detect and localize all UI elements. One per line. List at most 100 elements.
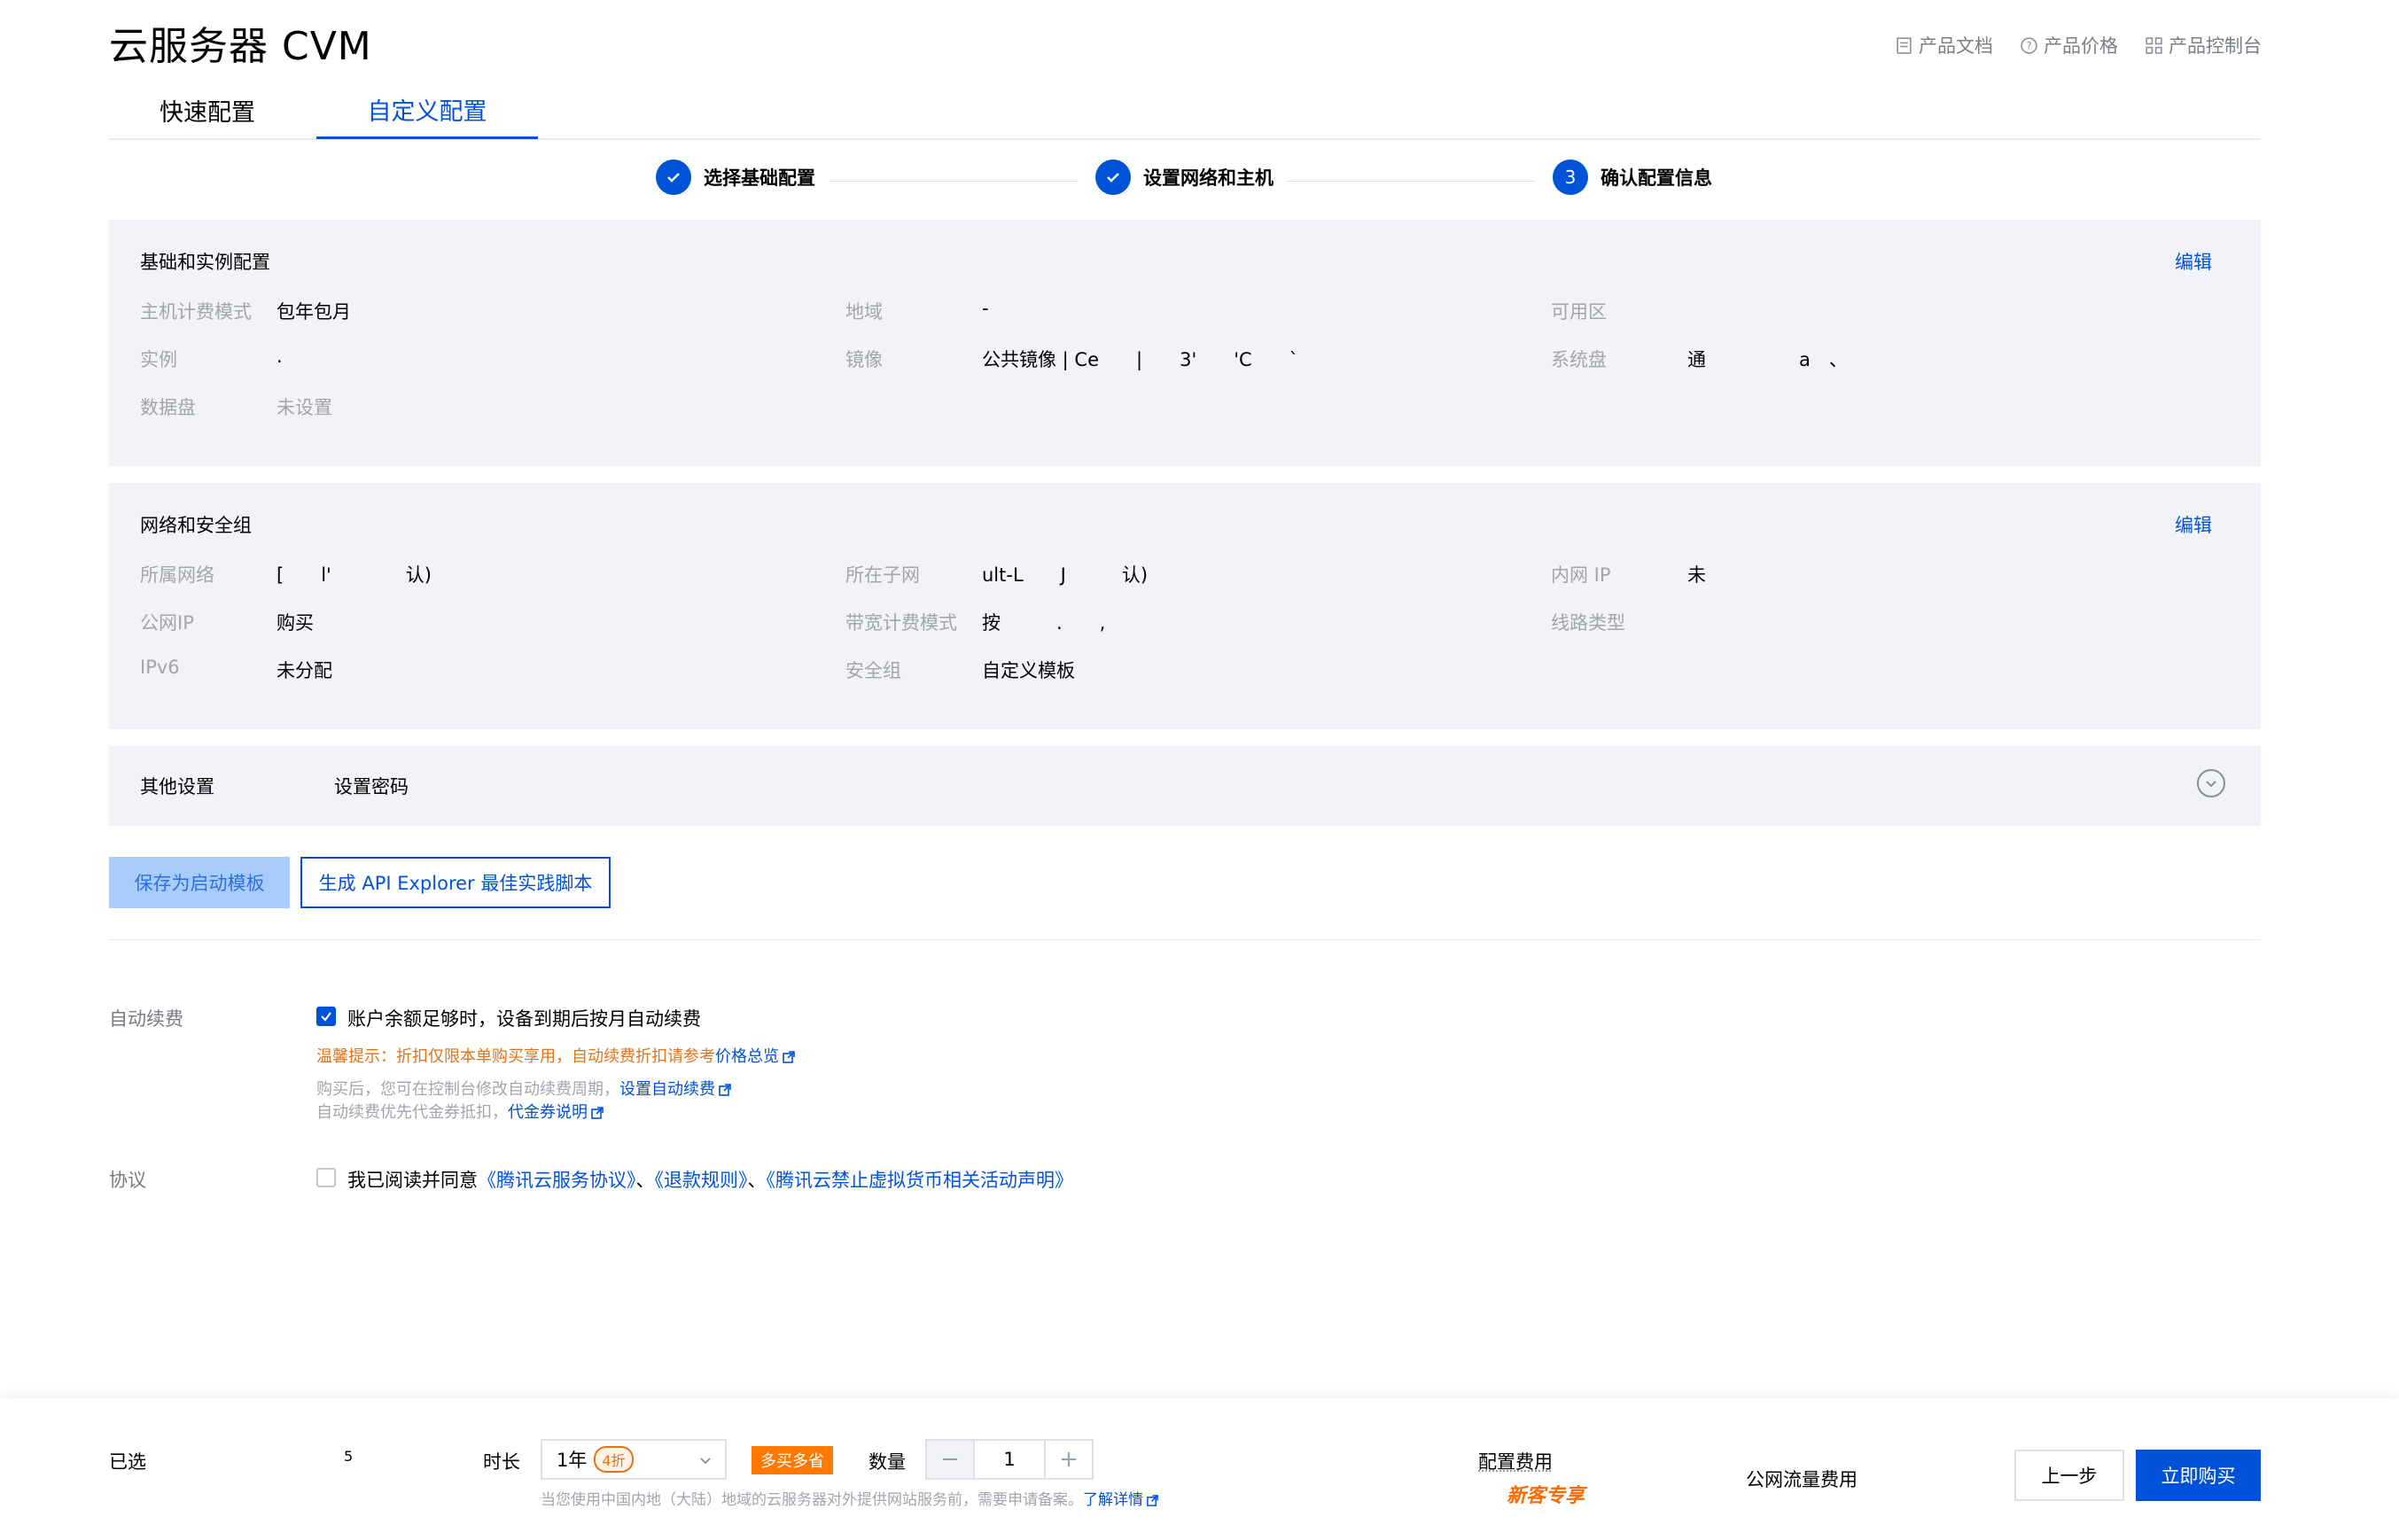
system-disk-row: 系统盘 通 a 、 (1551, 346, 1848, 372)
duration-label: 时长 (483, 1451, 520, 1473)
quantity-stepper: − 1 + (925, 1439, 1094, 1480)
hint-text: 购买后，您可在控制台修改自动续费周期， (316, 1080, 619, 1099)
step-label: 确认配置信息 (1601, 167, 1712, 189)
step-connector (830, 181, 1078, 182)
learn-more-link[interactable]: 了解详情 (1083, 1491, 1143, 1509)
other-settings-label: 其他设置 (140, 776, 214, 797)
field-label: 带宽计费模式 (845, 612, 957, 634)
renew-warning-text: 温馨提示：折扣仅限本单购买享用，自动续费折扣请参考 (316, 1047, 715, 1066)
instance-row: 实例 . (140, 346, 283, 372)
edit-basic-button[interactable]: 编辑 (2175, 248, 2212, 275)
check-icon (1095, 159, 1131, 195)
field-label: 地域 (845, 301, 883, 323)
service-agreement-link[interactable]: 《腾讯云服务协议》 (478, 1170, 636, 1191)
private-ip-row: 内网 IP 未 (1551, 561, 1706, 587)
renew-hint-2: 自动续费优先代金券抵扣，代金券说明 (316, 1100, 604, 1123)
question-circle-icon: ? (2021, 36, 2037, 54)
field-value: . (277, 346, 283, 367)
field-label: 公网IP (140, 612, 194, 634)
renew-warning: 温馨提示：折扣仅限本单购买享用，自动续费折扣请参考价格总览 (316, 1044, 796, 1067)
crypto-statement-link[interactable]: 《腾讯云禁止虚拟货币相关活动声明》 (767, 1170, 1074, 1191)
document-icon (1897, 36, 1912, 54)
decrement-button[interactable]: − (927, 1441, 973, 1478)
refund-rules-link[interactable]: 《退款规则》 (655, 1170, 748, 1191)
agreement-checkbox[interactable] (316, 1168, 336, 1187)
increment-button[interactable]: + (1046, 1441, 1092, 1478)
region-row: 地域 - (845, 298, 989, 324)
product-price-link[interactable]: ? 产品价格 (2020, 32, 2118, 58)
field-label: 所属网络 (140, 564, 214, 586)
field-value: 公共镜像 | Ce | 3' 'C ` (982, 349, 1299, 370)
field-value: [ l' 认) (277, 564, 432, 586)
chevron-down-icon[interactable] (2197, 769, 2225, 797)
field-label: 安全组 (845, 660, 901, 681)
duration-value: 1年 (557, 1450, 588, 1471)
step-confirm: 3 确认配置信息 (1553, 159, 1712, 195)
step-connector (1287, 181, 1535, 182)
filing-notice: 当您使用中国内地（大陆）地域的云服务器对外提供网站服务前，需要申请备案。了解详情 (541, 1487, 1159, 1509)
duration-select[interactable]: 1年 4折 (541, 1439, 727, 1480)
step-basic-config: 选择基础配置 (656, 159, 815, 195)
field-label: 镜像 (845, 349, 883, 370)
grid-icon (2146, 36, 2162, 54)
field-label: 所在子网 (845, 564, 920, 586)
separator: 、 (747, 1170, 767, 1191)
product-docs-label: 产品文档 (1919, 35, 1993, 57)
auto-renew-checkbox[interactable] (316, 1007, 336, 1026)
line-type-row: 线路类型 (1551, 609, 1687, 635)
field-value: 按 . , (982, 612, 1106, 634)
save-template-button[interactable]: 保存为启动模板 (109, 857, 290, 908)
set-auto-renew-link[interactable]: 设置自动续费 (619, 1080, 715, 1099)
page-title: 云服务器 CVM (109, 24, 372, 69)
zone-row: 可用区 (1551, 298, 1687, 324)
voucher-info-link[interactable]: 代金券说明 (508, 1103, 588, 1122)
edit-network-button[interactable]: 编辑 (2175, 511, 2212, 538)
panel-title: 基础和实例配置 (140, 252, 270, 273)
other-settings-panel[interactable]: 其他设置 设置密码 (109, 746, 2261, 826)
product-docs-link[interactable]: 产品文档 (1895, 32, 1993, 58)
field-value: 通 a 、 (1687, 349, 1848, 370)
selected-label: 已选 (109, 1451, 146, 1473)
new-customer-badge: 新客专享 (1507, 1485, 1585, 1507)
field-value: 未分配 (277, 660, 332, 681)
buy-now-button[interactable]: 立即购买 (2136, 1450, 2261, 1501)
agreement-prefix: 我已阅读并同意 (347, 1170, 478, 1191)
field-value: 未 (1687, 564, 1706, 586)
public-ip-row: 公网IP 购买 (140, 609, 314, 635)
step-label: 选择基础配置 (704, 167, 815, 189)
tab-quick-config[interactable]: 快速配置 (109, 82, 306, 138)
vpc-row: 所属网络 [ l' 认) (140, 561, 432, 587)
svg-text:?: ? (2026, 39, 2031, 51)
field-label: 线路类型 (1551, 612, 1625, 634)
separator: 、 (635, 1170, 655, 1191)
field-label: 实例 (140, 349, 177, 370)
field-value: 购买 (277, 612, 314, 634)
traffic-fee-label: 公网流量费用 (1746, 1469, 1858, 1490)
quantity-input[interactable]: 1 (973, 1441, 1046, 1478)
other-settings-value: 设置密码 (334, 776, 409, 797)
tab-custom-config[interactable]: 自定义配置 (316, 82, 538, 139)
field-value: 未设置 (277, 397, 332, 418)
selected-value: 5 (344, 1448, 354, 1465)
product-console-label: 产品控制台 (2169, 35, 2262, 57)
field-value: 自定义模板 (982, 660, 1075, 681)
price-overview-link[interactable]: 价格总览 (715, 1047, 779, 1066)
config-fee-label[interactable]: 配置费用 (1478, 1448, 1553, 1474)
external-link-icon (783, 1051, 795, 1063)
step-network-host: 设置网络和主机 (1095, 159, 1273, 195)
top-links: 产品文档 ? 产品价格 产品控制台 (1895, 32, 2262, 58)
prev-step-button[interactable]: 上一步 (2014, 1450, 2124, 1501)
api-explorer-button[interactable]: 生成 API Explorer 最佳实践脚本 (300, 857, 611, 908)
product-console-link[interactable]: 产品控制台 (2145, 32, 2262, 58)
promo-badge: 多买多省 (752, 1446, 833, 1474)
field-label: 内网 IP (1551, 564, 1611, 586)
step-label: 设置网络和主机 (1143, 167, 1273, 189)
field-value: - (982, 298, 989, 319)
field-label: 可用区 (1551, 301, 1607, 323)
auto-renew-label: 自动续费 (109, 1008, 183, 1030)
agreement-text: 我已阅读并同意《腾讯云服务协议》、《退款规则》、《腾讯云禁止虚拟货币相关活动声明… (347, 1166, 1073, 1193)
security-group-row: 安全组 自定义模板 (845, 657, 1075, 683)
hint-text: 自动续费优先代金券抵扣， (316, 1103, 508, 1122)
step-number: 3 (1553, 159, 1588, 195)
field-value: 包年包月 (277, 301, 351, 323)
